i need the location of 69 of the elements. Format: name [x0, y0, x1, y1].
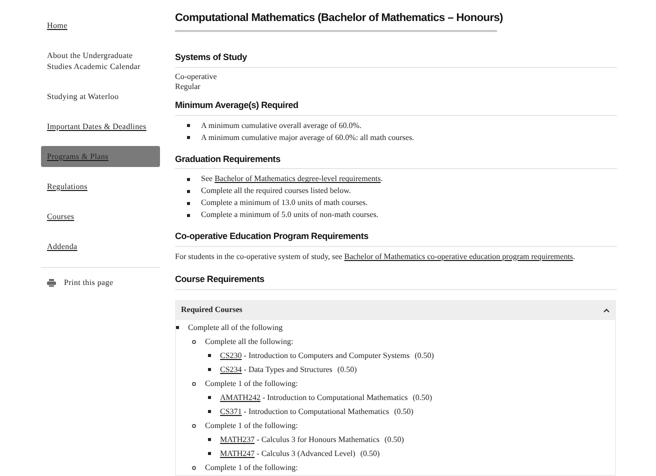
section-heading: Graduation Requirements — [175, 152, 282, 166]
sidebar-item[interactable]: Important Dates & Deadlines — [41, 116, 160, 137]
bullet-icon — [208, 410, 211, 414]
coop-text: For students in the co-operative system of study, see Bachelor of Mathematics co-operative education program requirements. — [175, 250, 576, 263]
bullet-icon — [208, 452, 211, 456]
bullet-icon — [208, 354, 211, 358]
section-heading: Systems of Study — [175, 51, 248, 64]
course-link[interactable]: MATH247 — [220, 448, 255, 460]
course-link[interactable]: AMATH242 — [220, 392, 260, 404]
sidebar-item[interactable]: Courses — [41, 206, 160, 227]
system-text: Co-operative — [175, 72, 218, 82]
bullet-icon — [187, 178, 190, 181]
sidebar-item[interactable]: Regulations — [41, 176, 160, 197]
coop-requirements-link[interactable]: Bachelor of Mathematics co-operative education program requirements — [344, 252, 574, 261]
sidebar-item[interactable]: Addenda — [41, 236, 160, 257]
panel-header[interactable]: Required Courses — [176, 300, 615, 320]
sidebar-item[interactable]: Home — [41, 15, 160, 36]
course-units: (0.50) — [412, 392, 432, 404]
course-title: - Introduction to Computational Mathematics — [261, 392, 408, 404]
course-units: (0.50) — [360, 448, 380, 460]
requirement-text: A minimum cumulative major average of 60.0%: all math courses. — [201, 132, 414, 144]
chevron-up-icon — [603, 308, 610, 313]
section-heading: Course Requirements — [175, 273, 266, 286]
page-title: Computational Mathematics (Bachelor of Mathematics – Honours) — [175, 11, 503, 26]
course-units: (0.50) — [414, 350, 434, 362]
section-heading: Minimum Average(s) Required — [175, 99, 300, 112]
bullet-icon — [192, 424, 196, 428]
requirements-link[interactable]: Bachelor of Mathematics degree-level requirements — [214, 174, 381, 184]
bullet-icon — [208, 368, 211, 372]
course-link[interactable]: CS371 — [220, 406, 242, 418]
course-title: - Calculus 3 (Advanced Level) — [256, 448, 356, 460]
course-units: (0.50) — [337, 364, 357, 376]
bullet-icon — [208, 396, 211, 400]
requirement-text: A minimum cumulative overall average of 60.0%. — [201, 120, 362, 132]
print-link[interactable]: Print this page — [64, 277, 114, 289]
system-text: Regular — [175, 82, 202, 92]
bullet-icon — [208, 438, 211, 442]
course-units: (0.50) — [384, 434, 404, 446]
course-title: - Introduction to Computers and Computer Systems — [242, 350, 410, 362]
requirement-text: Complete 1 of the following: — [205, 462, 298, 474]
bullet-icon — [187, 214, 190, 217]
course-link[interactable]: CS230 — [220, 350, 242, 362]
requirement-text: Complete 1 of the following: — [205, 378, 298, 390]
course-title: - Calculus 3 for Honours Mathematics — [256, 434, 380, 446]
bullet-icon — [192, 382, 196, 386]
requirement-text: Complete all the required courses listed below. — [201, 185, 351, 198]
sidebar-item[interactable]: About the Undergraduate Studies Academic Calendar — [41, 45, 160, 77]
course-units: (0.50) — [394, 406, 414, 418]
bullet-icon — [192, 466, 196, 470]
printer-icon — [47, 279, 56, 287]
course-link[interactable]: MATH237 — [220, 434, 255, 446]
course-title: - Introduction to Computational Mathematics — [242, 406, 390, 418]
requirement-text: See Bachelor of Mathematics degree-level requirements. — [201, 173, 383, 186]
course-link[interactable]: CS234 — [220, 364, 242, 376]
bullet-icon — [187, 190, 190, 193]
sidebar-item[interactable]: Programs & Plans — [41, 146, 160, 167]
bullet-icon — [187, 136, 190, 140]
bullet-icon — [176, 326, 179, 330]
bullet-icon — [192, 340, 196, 344]
sidebar-item[interactable]: Studying at Waterloo — [41, 86, 160, 107]
requirement-text: Complete all of the following — [188, 322, 283, 334]
requirement-text: Complete a minimum of 13.0 units of math courses. — [201, 197, 368, 210]
bullet-icon — [187, 124, 190, 128]
course-title: - Data Types and Structures — [242, 364, 332, 376]
requirement-text: Complete all the following: — [205, 336, 294, 348]
requirement-text: Complete a minimum of 5.0 units of non-math courses. — [201, 209, 378, 222]
section-heading: Co-operative Education Program Requirements — [175, 230, 370, 244]
requirement-text: Complete 1 of the following: — [205, 420, 298, 432]
bullet-icon — [187, 202, 190, 205]
